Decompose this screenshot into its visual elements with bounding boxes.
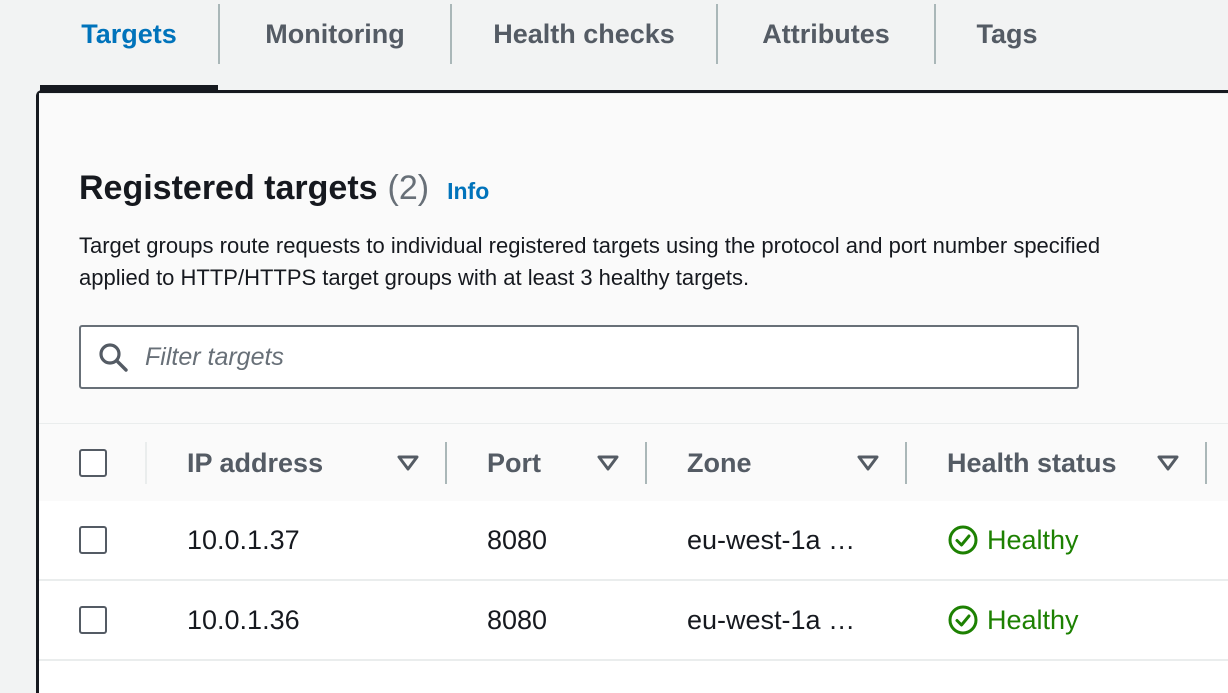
tab-tags[interactable]: Tags xyxy=(936,0,1078,68)
filter-targets-search[interactable] xyxy=(79,325,1079,389)
column-divider[interactable] xyxy=(905,442,907,484)
select-all-checkbox[interactable] xyxy=(79,449,107,477)
tab-health-checks[interactable]: Health checks xyxy=(452,0,716,68)
column-header-port[interactable]: Port xyxy=(487,424,541,502)
check-circle-icon xyxy=(948,525,978,555)
health-status-cell: Healthy xyxy=(947,581,1079,659)
zone-cell: eu-west-1a … xyxy=(687,604,856,635)
table-header: IP address Port Zone Health status xyxy=(39,423,1228,504)
sort-triangle-icon[interactable] xyxy=(397,454,419,472)
registered-targets-panel: Registered targets (2) Info Target group… xyxy=(36,90,1228,693)
search-icon xyxy=(99,343,128,372)
panel-title: Registered targets xyxy=(79,169,378,207)
description-line: Target groups route requests to individu… xyxy=(79,233,1101,258)
ip-address-cell: 10.0.1.37 xyxy=(187,524,300,555)
health-status-label: Healthy xyxy=(987,524,1079,555)
check-circle-icon xyxy=(948,605,978,635)
sort-triangle-icon[interactable] xyxy=(1157,454,1179,472)
sort-triangle-icon[interactable] xyxy=(597,454,619,472)
tab-monitoring[interactable]: Monitoring xyxy=(220,0,450,68)
info-link[interactable]: Info xyxy=(447,178,489,205)
column-header-ip-address[interactable]: IP address xyxy=(187,424,323,502)
panel-title-row: Registered targets (2) Info xyxy=(79,169,489,208)
column-header-zone[interactable]: Zone xyxy=(687,424,752,502)
column-divider[interactable] xyxy=(1205,442,1207,484)
filter-targets-input[interactable] xyxy=(143,341,1047,373)
tab-attributes[interactable]: Attributes xyxy=(718,0,934,68)
column-divider[interactable] xyxy=(445,442,447,484)
table-row[interactable]: 10.0.1.36 8080 eu-west-1a … Healthy xyxy=(39,581,1228,661)
port-cell: 8080 xyxy=(487,524,548,555)
port-cell: 8080 xyxy=(487,604,548,635)
column-header-health-status[interactable]: Health status xyxy=(947,424,1117,502)
target-count: (2) xyxy=(387,169,430,207)
column-divider[interactable] xyxy=(645,442,647,484)
description-line: applied to HTTP/HTTPS target groups with… xyxy=(79,265,750,290)
tab-targets[interactable]: Targets xyxy=(40,0,218,68)
health-status-cell: Healthy xyxy=(947,501,1079,579)
panel-description: Target groups route requests to individu… xyxy=(79,230,1228,294)
column-divider xyxy=(145,442,147,484)
sort-triangle-icon[interactable] xyxy=(857,454,879,472)
zone-cell: eu-west-1a … xyxy=(687,524,856,555)
ip-address-cell: 10.0.1.36 xyxy=(187,604,300,635)
row-checkbox[interactable] xyxy=(79,606,107,634)
health-status-label: Healthy xyxy=(987,604,1079,635)
row-checkbox[interactable] xyxy=(79,526,107,554)
table-row[interactable]: 10.0.1.37 8080 eu-west-1a … Healthy xyxy=(39,501,1228,581)
